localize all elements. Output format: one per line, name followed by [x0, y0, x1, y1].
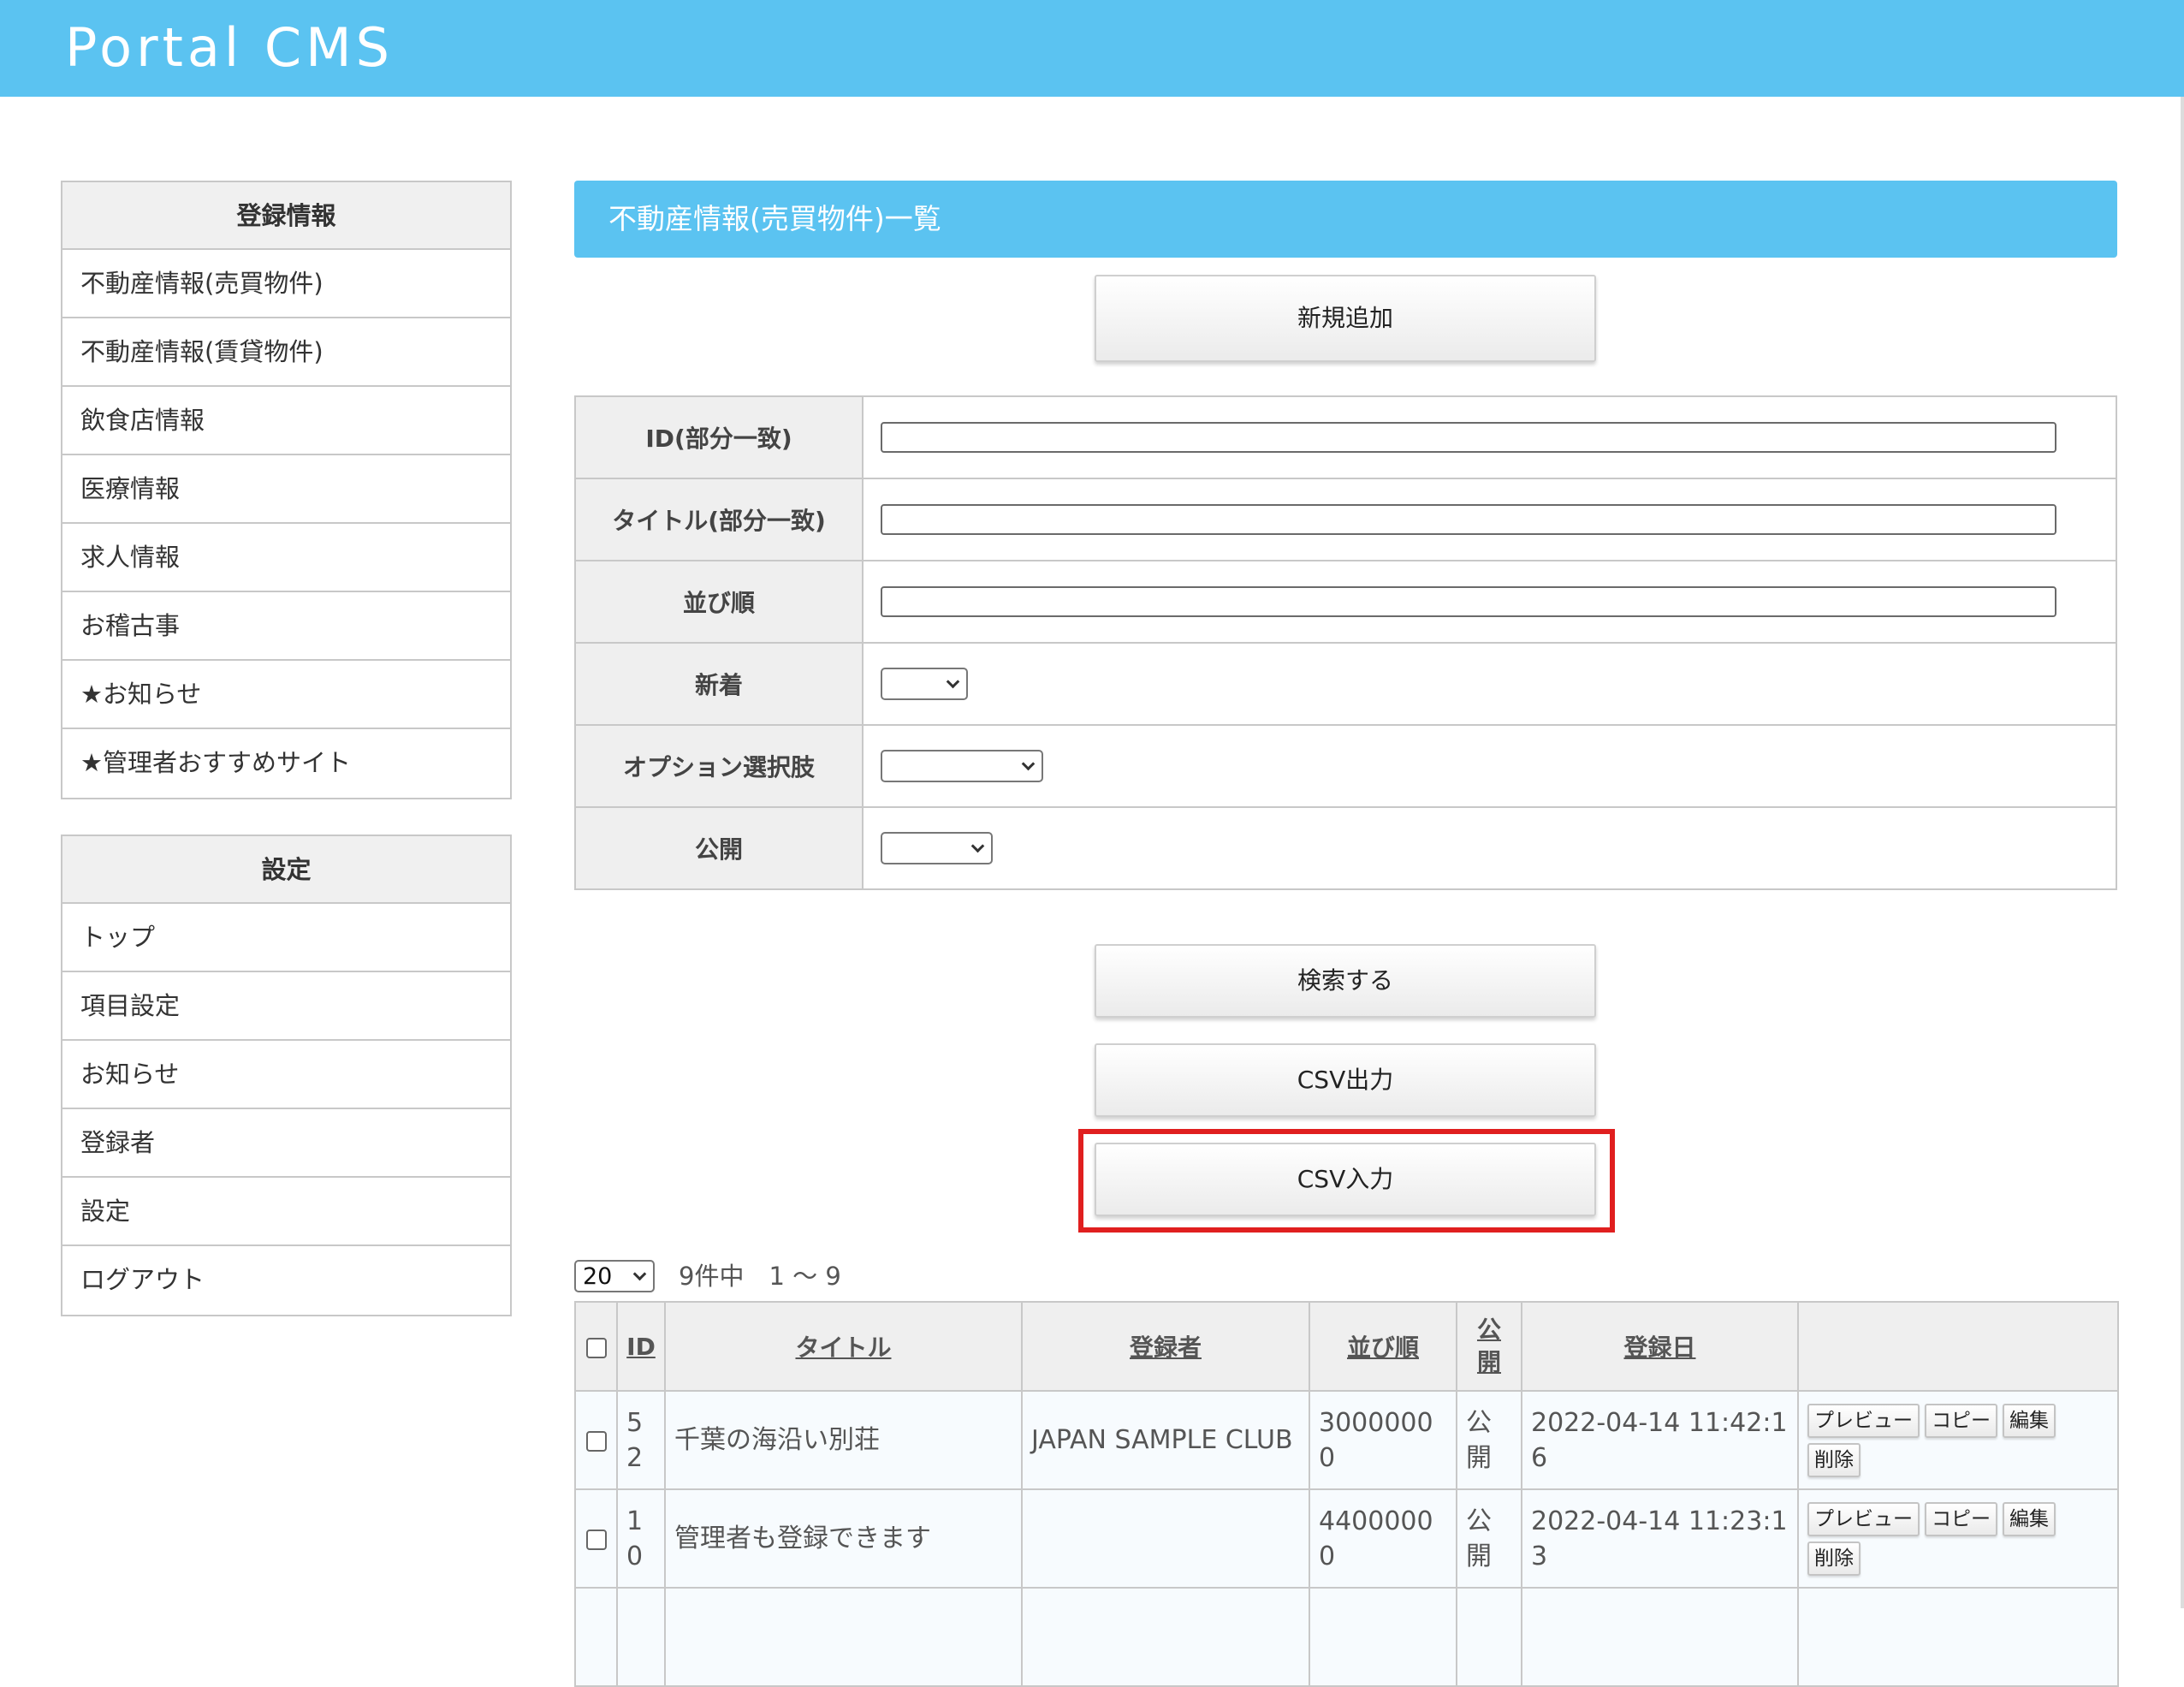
- title-search-input[interactable]: [881, 504, 2056, 535]
- sidebar-settings: 設定 トップ 項目設定 お知らせ 登録者 設定 ログアウト: [61, 835, 512, 1316]
- table-row: 52 千葉の海沿い別荘 JAPAN SAMPLE CLUB 30000000 公…: [574, 1390, 2119, 1490]
- row-actions: プレビュー コピー 編集削除: [1797, 1488, 2119, 1589]
- row-checkbox-cell: [574, 1390, 618, 1490]
- row-date: 2022-04-14 11:23:13: [1521, 1488, 1799, 1589]
- sidebar-item-settings[interactable]: 設定: [62, 1178, 510, 1246]
- option-label: オプション選択肢: [574, 724, 864, 808]
- row-title: 管理者も登録できます: [664, 1488, 1023, 1589]
- preview-button[interactable]: プレビュー: [1807, 1403, 1920, 1438]
- row-public: 公開: [1456, 1390, 1522, 1490]
- row-actions: [1797, 1587, 2119, 1687]
- row-registrant: [1021, 1587, 1310, 1687]
- sidebar-item-lessons[interactable]: お稽古事: [62, 592, 510, 661]
- copy-button[interactable]: コピー: [1925, 1403, 1997, 1438]
- row-id: [616, 1587, 666, 1687]
- sidebar-item-field-settings[interactable]: 項目設定: [62, 972, 510, 1041]
- sidebar-item-jobs[interactable]: 求人情報: [62, 524, 510, 592]
- row-title: [664, 1587, 1023, 1687]
- order-input[interactable]: [881, 586, 2056, 617]
- sidebar-item-registrants[interactable]: 登録者: [62, 1109, 510, 1178]
- sidebar-item-medical[interactable]: 医療情報: [62, 455, 510, 524]
- row-date: 2022-04-14 11:42:16: [1521, 1390, 1799, 1490]
- row-order: [1309, 1587, 1457, 1687]
- edit-button[interactable]: 編集: [2003, 1403, 2056, 1438]
- app-title[interactable]: Portal CMS: [65, 17, 394, 79]
- col-header-order[interactable]: 並び順: [1309, 1301, 1457, 1392]
- sidebar-item-realestate-sale[interactable]: 不動産情報(売買物件): [62, 250, 510, 318]
- copy-button[interactable]: コピー: [1925, 1501, 1997, 1536]
- preview-button[interactable]: プレビュー: [1807, 1501, 1920, 1536]
- sidebar-heading-registration: 登録情報: [62, 182, 510, 250]
- window-edge: [2181, 97, 2184, 1608]
- col-header-actions: [1797, 1301, 2119, 1392]
- order-label: 並び順: [574, 560, 864, 644]
- sidebar-item-restaurant[interactable]: 飲食店情報: [62, 387, 510, 455]
- table-row: [574, 1587, 2119, 1687]
- row-order: 44000000: [1309, 1488, 1457, 1589]
- page-title-bar: 不動産情報(売買物件)一覧: [574, 181, 2117, 258]
- per-page-select[interactable]: 20: [574, 1260, 655, 1292]
- row-title: 千葉の海沿い別荘: [664, 1390, 1023, 1490]
- header-bar: Portal CMS: [0, 0, 2184, 97]
- row-public: [1456, 1587, 1522, 1687]
- row-id: 10: [616, 1488, 666, 1589]
- col-header-title[interactable]: タイトル: [664, 1301, 1023, 1392]
- result-summary: 9件中 1 〜 9: [679, 1262, 841, 1291]
- highlight-box: [1078, 1129, 1615, 1233]
- search-form: ID(部分一致) タイトル(部分一致) 並び順 新着 オプション選択肢 公開: [574, 395, 2117, 890]
- csv-export-button[interactable]: CSV出力: [1095, 1043, 1596, 1117]
- col-header-date[interactable]: 登録日: [1521, 1301, 1799, 1392]
- new-select[interactable]: [881, 668, 968, 700]
- id-search-input[interactable]: [881, 422, 2056, 453]
- sidebar-heading-settings: 設定: [62, 836, 510, 904]
- sidebar-item-admin-recommended[interactable]: ★管理者おすすめサイト: [62, 729, 510, 798]
- col-header-public[interactable]: 公開: [1456, 1301, 1522, 1392]
- public-select[interactable]: [881, 832, 993, 864]
- title-label: タイトル(部分一致): [574, 478, 864, 561]
- row-registrant: [1021, 1488, 1310, 1589]
- sidebar-item-logout[interactable]: ログアウト: [62, 1246, 510, 1315]
- col-header-id[interactable]: ID: [616, 1301, 666, 1392]
- row-order: 30000000: [1309, 1390, 1457, 1490]
- results-table: ID タイトル 登録者 並び順 公開 登録日 52 千葉の海沿い別荘 JAPAN…: [574, 1301, 2119, 1687]
- sidebar-item-news[interactable]: ★お知らせ: [62, 661, 510, 729]
- row-checkbox-cell: [574, 1587, 618, 1687]
- per-page-value: 20: [583, 1263, 613, 1290]
- row-date: [1521, 1587, 1799, 1687]
- id-label: ID(部分一致): [574, 395, 864, 479]
- delete-button[interactable]: 削除: [1807, 1442, 1861, 1477]
- row-checkbox-cell: [574, 1488, 618, 1589]
- row-checkbox[interactable]: [585, 1430, 607, 1452]
- row-actions: プレビュー コピー 編集削除: [1797, 1390, 2119, 1490]
- select-all-checkbox[interactable]: [585, 1337, 607, 1358]
- sidebar-registration: 登録情報 不動産情報(売買物件) 不動産情報(賃貸物件) 飲食店情報 医療情報 …: [61, 181, 512, 799]
- page-title: 不動産情報(売買物件)一覧: [608, 202, 941, 235]
- option-select[interactable]: [881, 750, 1043, 782]
- add-new-button[interactable]: 新規追加: [1095, 275, 1596, 362]
- sidebar-item-notices[interactable]: お知らせ: [62, 1041, 510, 1109]
- select-all-cell: [574, 1301, 618, 1392]
- row-id: 52: [616, 1390, 666, 1490]
- delete-button[interactable]: 削除: [1807, 1541, 1861, 1576]
- row-checkbox[interactable]: [585, 1529, 607, 1550]
- sidebar-item-realestate-rent[interactable]: 不動産情報(賃貸物件): [62, 318, 510, 387]
- search-button[interactable]: 検索する: [1095, 944, 1596, 1018]
- row-public: 公開: [1456, 1488, 1522, 1589]
- table-row: 10 管理者も登録できます 44000000 公開 2022-04-14 11:…: [574, 1488, 2119, 1589]
- sidebar-item-top[interactable]: トップ: [62, 904, 510, 972]
- row-registrant: JAPAN SAMPLE CLUB: [1021, 1390, 1310, 1490]
- new-label: 新着: [574, 642, 864, 726]
- public-label: 公開: [574, 806, 864, 890]
- col-header-registrant[interactable]: 登録者: [1021, 1301, 1310, 1392]
- edit-button[interactable]: 編集: [2003, 1501, 2056, 1536]
